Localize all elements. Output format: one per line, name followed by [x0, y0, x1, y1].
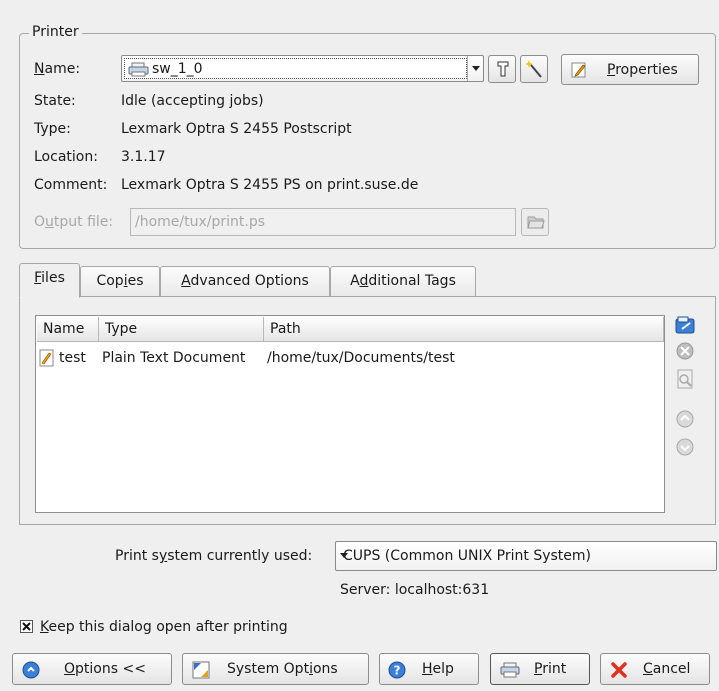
tab-additional-tags[interactable]: Additional Tags	[330, 266, 476, 297]
file-name-cell: test	[59, 350, 86, 366]
magic-wand-icon	[525, 60, 542, 78]
help-icon: ?	[388, 661, 406, 679]
print-system-label: Print system currently used:	[115, 548, 313, 564]
printer-wizard-button[interactable]	[520, 55, 548, 83]
printer-group-title: Printer	[29, 24, 82, 40]
comment-label: Comment:	[34, 177, 108, 193]
print-system-combo[interactable]: CUPS (Common UNIX Print System)	[335, 541, 717, 571]
open-file-icon[interactable]	[674, 368, 696, 390]
chevron-down-icon	[340, 553, 348, 558]
printer-icon	[128, 62, 149, 77]
output-file-label: Output file:	[34, 214, 114, 230]
printer-tool-button[interactable]	[488, 55, 516, 83]
folder-open-icon	[527, 216, 545, 229]
printer-icon	[500, 662, 520, 678]
type-value: Lexmark Optra S 2455 Postscript	[121, 121, 352, 137]
print-button-label: Print	[534, 661, 567, 677]
tab-advanced-options[interactable]: Advanced Options	[160, 266, 330, 297]
tab-files-label: Files	[34, 270, 65, 286]
keep-open-label[interactable]: Keep this dialog open after printing	[40, 618, 288, 636]
move-down-icon[interactable]	[674, 436, 696, 458]
tool-icon	[497, 61, 509, 77]
location-label: Location:	[34, 149, 98, 165]
printer-name-value: sw_1_0	[152, 61, 203, 77]
move-up-icon[interactable]	[674, 408, 696, 430]
tab-copies[interactable]: Copies	[80, 266, 160, 297]
tab-files[interactable]: Files	[19, 263, 80, 298]
browse-output-file-button[interactable]	[521, 208, 549, 236]
file-type-cell: Plain Text Document	[102, 350, 246, 366]
add-file-icon[interactable]	[674, 314, 696, 336]
state-value: Idle (accepting jobs)	[121, 93, 264, 109]
printer-name-combo[interactable]: sw_1_0	[121, 55, 484, 82]
collapse-options-icon	[22, 661, 40, 679]
cancel-icon	[611, 662, 627, 678]
server-info: Server: localhost:631	[340, 582, 490, 598]
checkmark-icon	[22, 622, 31, 631]
files-list[interactable]: Name Type Path test Plain Text Document …	[35, 315, 665, 513]
chevron-down-icon	[472, 66, 480, 71]
properties-button-label: Properties	[607, 62, 678, 78]
tab-additional-tags-label: Additional Tags	[350, 273, 456, 289]
column-header-name[interactable]: Name	[37, 317, 99, 342]
column-header-path[interactable]: Path	[264, 317, 664, 342]
printer-name-field: sw_1_0	[124, 58, 467, 79]
options-button[interactable]: Options <<	[12, 653, 172, 685]
svg-text:?: ?	[394, 664, 401, 678]
text-document-icon	[39, 349, 54, 367]
system-options-button[interactable]: System Options	[182, 653, 369, 685]
help-button-label: Help	[422, 661, 454, 677]
name-label: Name:	[34, 61, 81, 77]
column-header-type[interactable]: Type	[99, 317, 264, 342]
tab-advanced-options-label: Advanced Options	[181, 273, 309, 289]
location-value: 3.1.17	[121, 149, 166, 165]
keep-open-checkbox[interactable]	[20, 620, 33, 633]
print-system-value: CUPS (Common UNIX Print System)	[343, 548, 591, 564]
help-button[interactable]: ? Help	[379, 653, 479, 685]
options-button-label: Options <<	[64, 661, 146, 677]
cancel-button[interactable]: Cancel	[600, 653, 710, 685]
tab-copies-label: Copies	[96, 273, 144, 289]
type-label: Type:	[34, 121, 71, 137]
file-path-cell: /home/tux/Documents/test	[267, 350, 455, 366]
print-button[interactable]: Print	[490, 653, 590, 685]
properties-button[interactable]: Properties	[561, 54, 699, 85]
comment-value: Lexmark Optra S 2455 PS on print.suse.de	[121, 177, 419, 193]
system-settings-icon	[192, 661, 210, 679]
system-options-button-label: System Options	[227, 661, 338, 677]
cancel-button-label: Cancel	[643, 661, 691, 677]
output-file-input[interactable]: /home/tux/print.ps	[130, 208, 516, 236]
state-label: State:	[34, 93, 76, 109]
remove-file-icon[interactable]	[674, 340, 696, 362]
edit-icon	[571, 62, 586, 78]
printer-name-dropdown-arrow[interactable]	[467, 56, 483, 81]
